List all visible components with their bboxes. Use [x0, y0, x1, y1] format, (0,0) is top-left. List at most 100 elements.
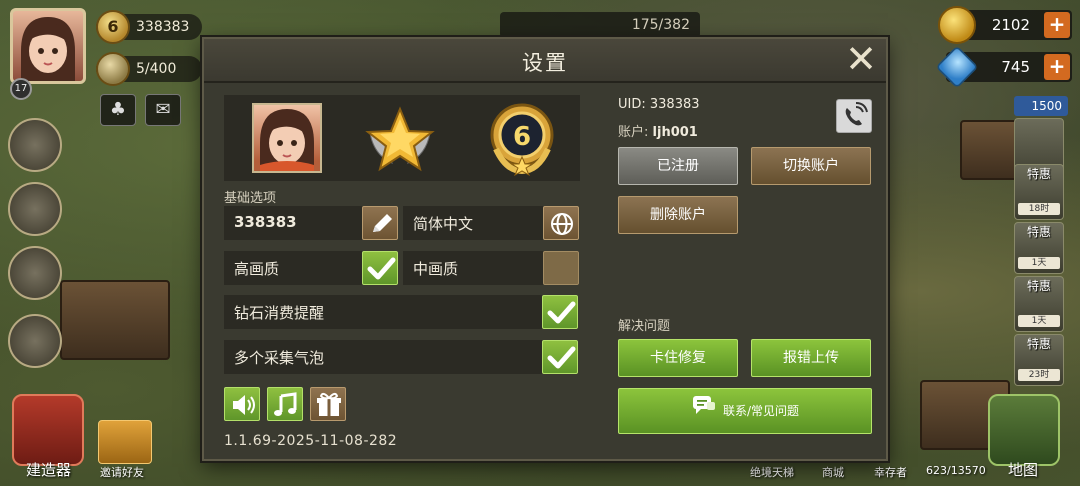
name-row: 338383 — [224, 206, 398, 240]
gift-code-button[interactable] — [310, 387, 346, 421]
gift-icon — [317, 392, 341, 416]
language-value: 简体中文 — [413, 215, 474, 233]
shop-offer-label: 特惠 — [1026, 225, 1051, 239]
medium-quality-row: 中画质 — [403, 251, 579, 285]
high-quality-row: 高画质 — [224, 251, 398, 285]
tree-button[interactable]: ♣ — [100, 94, 136, 126]
dialog-header: 设置 ✕ — [204, 39, 886, 83]
globe-icon — [551, 213, 573, 235]
diamond-bar: 745 + — [935, 45, 1072, 89]
high-quality-checkbox[interactable] — [362, 251, 398, 285]
multi-bubble-label: 多个采集气泡 — [234, 349, 325, 367]
gold-value: 2102 — [991, 16, 1030, 34]
profile-strip: 6 — [224, 95, 580, 181]
player-portrait-icon — [21, 17, 75, 81]
side-hero-button[interactable] — [8, 246, 62, 300]
player-id: 338383 — [136, 19, 190, 35]
add-gold-button[interactable]: + — [1044, 12, 1070, 38]
checkmark-icon — [547, 301, 576, 324]
report-bug-button[interactable]: 报错上传 — [751, 339, 871, 377]
multi-bubble-row: 多个采集气泡 — [224, 340, 578, 374]
shop-offer-label: 特惠 — [1026, 279, 1051, 293]
shop-offer-timer: 1天 — [1018, 315, 1060, 327]
language-row: 简体中文 — [403, 206, 579, 240]
profile-avatar[interactable] — [252, 103, 322, 173]
diamond-reminder-label: 钻石消费提醒 — [234, 304, 325, 322]
background-building — [960, 120, 1020, 180]
shop-offer-2[interactable]: 特惠 18时 — [1014, 164, 1064, 220]
language-button[interactable] — [543, 206, 579, 240]
contact-faq-button[interactable]: 联系/常见问题 — [618, 388, 872, 434]
side-quest-button[interactable] — [8, 118, 62, 172]
checkmark-icon — [367, 257, 396, 280]
diamond-value: 745 — [1001, 58, 1030, 76]
survivor-label[interactable]: 幸存者 — [874, 464, 907, 480]
version-text: 1.1.69-2025-11-08-282 — [224, 433, 398, 449]
builder-label: 建造器 — [26, 461, 72, 479]
music-note-icon — [274, 392, 297, 416]
pencil-icon — [373, 214, 392, 232]
shop-offer-label: 特惠 — [1026, 167, 1051, 181]
invite-label: 邀请好友 — [100, 466, 144, 479]
player-small-level: 17 — [10, 78, 32, 100]
stuck-fix-button[interactable]: 卡住修复 — [618, 339, 738, 377]
shop-offer-4[interactable]: 特惠 1天 — [1014, 276, 1064, 332]
settings-dialog: 设置 ✕ 6 基础选项 338383 简体中文 高画质 中画质 钻石消费提醒 多… — [202, 37, 888, 461]
map-button[interactable] — [988, 394, 1060, 466]
shop-offer-timer: 23时 — [1018, 369, 1060, 381]
player-avatar[interactable] — [10, 8, 86, 84]
dialog-title: 设置 — [522, 51, 568, 75]
energy-icon — [96, 52, 130, 86]
account-line: 账户: ljh001 — [618, 121, 698, 140]
contact-faq-label: 联系/常见问题 — [722, 404, 800, 418]
delete-account-button[interactable]: 删除账户 — [618, 196, 738, 234]
medium-quality-label: 中画质 — [413, 260, 459, 278]
customer-service-button[interactable] — [836, 99, 872, 133]
gold-bar: 2102 + — [938, 6, 1072, 44]
close-button[interactable]: ✕ — [844, 40, 878, 78]
side-event-button[interactable] — [8, 314, 62, 368]
player-id-pill: 6 338383 — [96, 10, 202, 44]
checkmark-icon — [547, 346, 576, 369]
edit-name-button[interactable] — [362, 206, 398, 240]
medium-quality-checkbox[interactable] — [543, 251, 579, 285]
shop-offer-3[interactable]: 特惠 1天 — [1014, 222, 1064, 274]
sound-toggle-button[interactable] — [224, 387, 260, 421]
diamond-reminder-row: 钻石消费提醒 — [224, 295, 578, 329]
account-label: 账户: — [618, 125, 649, 140]
background-building — [60, 280, 170, 360]
invite-button[interactable] — [98, 420, 152, 464]
multi-bubble-checkbox[interactable] — [542, 340, 578, 374]
music-toggle-button[interactable] — [267, 387, 303, 421]
ladder-label[interactable]: 绝境天梯 — [750, 464, 794, 480]
solve-problem-label: 解决问题 — [618, 319, 671, 334]
add-diamond-button[interactable]: + — [1044, 54, 1070, 80]
tree-icon: ♣ — [109, 99, 127, 120]
shop-offer-5[interactable]: 特惠 23时 — [1014, 334, 1064, 386]
mail-button[interactable]: ✉ — [145, 94, 181, 126]
gold-coin-icon — [938, 6, 976, 44]
mail-icon: ✉ — [155, 99, 171, 120]
uid-label: UID: — [618, 97, 646, 112]
side-survivor-button[interactable] — [8, 182, 62, 236]
close-icon: ✕ — [845, 37, 877, 81]
survivor-count: 623/13570 — [926, 464, 986, 477]
level-medal-number: 6 — [513, 122, 531, 152]
builder-button[interactable] — [12, 394, 84, 466]
energy-value: 5/400 — [136, 61, 177, 77]
speaker-icon — [233, 395, 255, 415]
level-medal-icon: 6 — [486, 101, 558, 177]
phone-icon — [845, 102, 868, 126]
storage-bar: 175/382 — [500, 12, 700, 38]
shop-price-tag: 1500 — [1014, 96, 1068, 116]
account-value: ljh001 — [652, 125, 698, 140]
shop-offer-label: 特惠 — [1026, 337, 1051, 351]
mall-label[interactable]: 商城 — [822, 464, 844, 480]
switch-account-button[interactable]: 切换账户 — [751, 147, 871, 185]
shop-offer-timer: 1天 — [1018, 257, 1060, 269]
diamond-reminder-checkbox[interactable] — [542, 295, 578, 329]
registered-button[interactable]: 已注册 — [618, 147, 738, 185]
uid-value: 338383 — [649, 97, 700, 112]
player-name-value: 338383 — [234, 213, 297, 231]
chat-bubble-icon — [691, 390, 717, 434]
